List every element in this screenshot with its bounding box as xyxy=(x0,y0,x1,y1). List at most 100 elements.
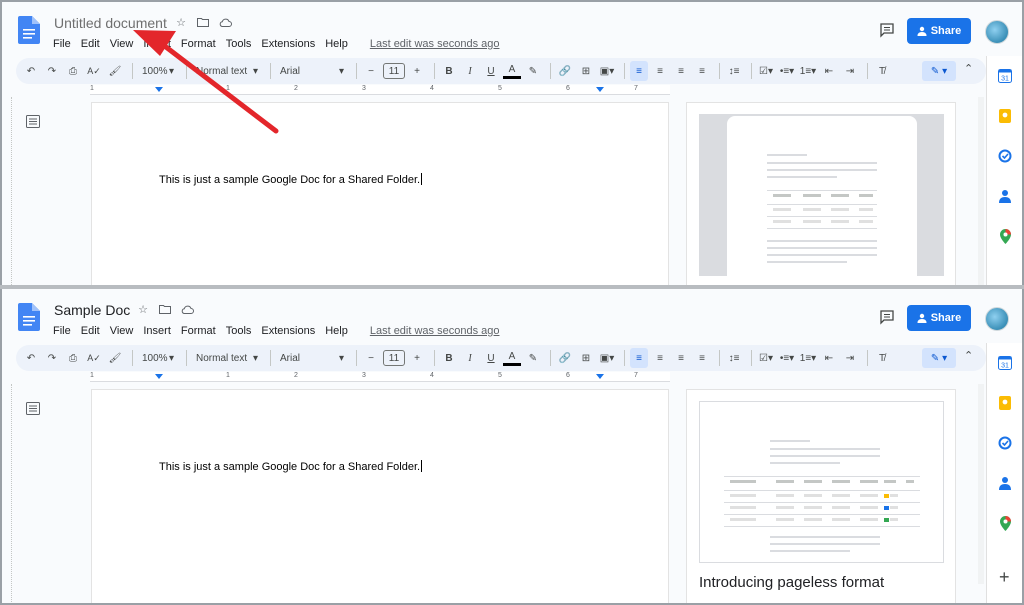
checklist-icon[interactable]: ☑▾ xyxy=(757,61,775,81)
spellcheck-icon[interactable]: A✓ xyxy=(85,348,103,368)
font-size-input[interactable]: 11 xyxy=(383,350,405,366)
move-folder-icon[interactable] xyxy=(196,14,210,30)
print-icon[interactable]: ⎙ xyxy=(64,348,82,368)
style-select[interactable]: Normal text ▾ xyxy=(192,61,262,81)
print-icon[interactable]: ⎙ xyxy=(64,61,82,81)
avatar[interactable] xyxy=(985,307,1009,331)
right-indent-marker[interactable] xyxy=(596,374,604,379)
document-body-text[interactable]: This is just a sample Google Doc for a S… xyxy=(159,460,423,473)
star-icon[interactable]: ☆ xyxy=(136,301,150,317)
align-center-icon[interactable]: ≡ xyxy=(651,348,669,368)
highlight-icon[interactable]: ✎ xyxy=(524,348,542,368)
document-outline-icon[interactable] xyxy=(26,402,40,415)
editing-mode-button[interactable]: ✎ ▾ xyxy=(922,348,956,368)
keep-icon[interactable] xyxy=(997,395,1013,411)
share-button[interactable]: Share xyxy=(907,18,971,44)
font-select[interactable]: Arial ▾ xyxy=(276,61,348,81)
font-size-decrease-icon[interactable]: − xyxy=(362,348,380,368)
menu-extensions[interactable]: Extensions xyxy=(261,38,320,50)
underline-icon[interactable]: U xyxy=(482,61,500,81)
right-indent-marker[interactable] xyxy=(596,87,604,92)
menu-file[interactable]: File xyxy=(53,38,76,50)
comment-history-icon[interactable] xyxy=(879,309,895,325)
redo-icon[interactable]: ↷ xyxy=(43,61,61,81)
insert-image-icon[interactable]: ▣▾ xyxy=(598,61,616,81)
menu-file[interactable]: File xyxy=(53,325,76,337)
zoom-select[interactable]: 100% ▾ xyxy=(138,348,178,368)
menu-format[interactable]: Format xyxy=(181,38,221,50)
docs-logo-icon[interactable] xyxy=(18,16,40,44)
last-edit-link[interactable]: Last edit was seconds ago xyxy=(370,325,500,337)
tasks-icon[interactable] xyxy=(997,435,1013,451)
insert-link-icon[interactable]: 🔗 xyxy=(556,61,574,81)
calendar-icon[interactable]: 31 xyxy=(997,355,1013,371)
font-size-input[interactable]: 11 xyxy=(383,63,405,79)
align-justify-icon[interactable]: ≡ xyxy=(693,348,711,368)
bulleted-list-icon[interactable]: •≡▾ xyxy=(778,348,796,368)
star-icon[interactable]: ☆ xyxy=(174,14,188,30)
document-body-text[interactable]: This is just a sample Google Doc for a S… xyxy=(159,173,423,186)
decrease-indent-icon[interactable]: ⇤ xyxy=(820,61,838,81)
insert-image-icon[interactable]: ▣▾ xyxy=(598,348,616,368)
align-justify-icon[interactable]: ≡ xyxy=(693,61,711,81)
font-size-increase-icon[interactable]: + xyxy=(408,61,426,81)
editing-mode-button[interactable]: ✎ ▾ xyxy=(922,61,956,81)
document-page[interactable]: This is just a sample Google Doc for a S… xyxy=(91,102,669,285)
bold-icon[interactable]: B xyxy=(440,348,458,368)
document-title[interactable]: Untitled document xyxy=(54,15,167,31)
bulleted-list-icon[interactable]: •≡▾ xyxy=(778,61,796,81)
menu-tools[interactable]: Tools xyxy=(226,325,257,337)
add-addon-icon[interactable]: + xyxy=(999,567,1010,588)
menu-edit[interactable]: Edit xyxy=(81,38,105,50)
text-color-icon[interactable]: A xyxy=(503,63,521,79)
zoom-select[interactable]: 100% ▾ xyxy=(138,61,178,81)
insert-link-icon[interactable]: 🔗 xyxy=(556,348,574,368)
decrease-indent-icon[interactable]: ⇤ xyxy=(820,348,838,368)
contacts-icon[interactable] xyxy=(997,475,1013,491)
numbered-list-icon[interactable]: 1≡▾ xyxy=(799,61,817,81)
cloud-status-icon[interactable] xyxy=(180,301,194,317)
share-button[interactable]: Share xyxy=(907,305,971,331)
font-size-decrease-icon[interactable]: − xyxy=(362,61,380,81)
checklist-icon[interactable]: ☑▾ xyxy=(757,348,775,368)
italic-icon[interactable]: I xyxy=(461,348,479,368)
menu-view[interactable]: View xyxy=(110,325,139,337)
comment-history-icon[interactable] xyxy=(879,22,895,38)
avatar[interactable] xyxy=(985,20,1009,44)
increase-indent-icon[interactable]: ⇥ xyxy=(841,61,859,81)
menu-format[interactable]: Format xyxy=(181,325,221,337)
add-comment-icon[interactable]: ⊞ xyxy=(577,348,595,368)
increase-indent-icon[interactable]: ⇥ xyxy=(841,348,859,368)
clear-formatting-icon[interactable]: T̸ xyxy=(873,348,891,368)
align-center-icon[interactable]: ≡ xyxy=(651,61,669,81)
document-page[interactable]: This is just a sample Google Doc for a S… xyxy=(91,389,669,603)
keep-icon[interactable] xyxy=(997,108,1013,124)
paint-format-icon[interactable]: 🖌 xyxy=(106,348,124,368)
numbered-list-icon[interactable]: 1≡▾ xyxy=(799,348,817,368)
menu-insert[interactable]: Insert xyxy=(143,325,176,337)
redo-icon[interactable]: ↷ xyxy=(43,348,61,368)
paint-format-icon[interactable]: 🖌 xyxy=(106,61,124,81)
maps-icon[interactable] xyxy=(997,515,1013,531)
tasks-icon[interactable] xyxy=(997,148,1013,164)
align-left-icon[interactable]: ≡ xyxy=(630,61,648,81)
scrollbar[interactable] xyxy=(978,97,984,285)
docs-logo-icon[interactable] xyxy=(18,303,40,331)
menu-insert[interactable]: Insert xyxy=(143,38,176,50)
bold-icon[interactable]: B xyxy=(440,61,458,81)
last-edit-link[interactable]: Last edit was seconds ago xyxy=(370,38,500,50)
move-folder-icon[interactable] xyxy=(158,301,172,317)
italic-icon[interactable]: I xyxy=(461,61,479,81)
undo-icon[interactable]: ↶ xyxy=(22,61,40,81)
line-spacing-icon[interactable]: ↕≡ xyxy=(725,348,743,368)
align-right-icon[interactable]: ≡ xyxy=(672,348,690,368)
underline-icon[interactable]: U xyxy=(482,348,500,368)
line-spacing-icon[interactable]: ↕≡ xyxy=(725,61,743,81)
highlight-icon[interactable]: ✎ xyxy=(524,61,542,81)
text-color-icon[interactable]: A xyxy=(503,350,521,366)
font-select[interactable]: Arial ▾ xyxy=(276,348,348,368)
chevron-up-icon[interactable]: ⌃ xyxy=(964,62,973,75)
menu-view[interactable]: View xyxy=(110,38,139,50)
align-left-icon[interactable]: ≡ xyxy=(630,348,648,368)
font-size-increase-icon[interactable]: + xyxy=(408,348,426,368)
